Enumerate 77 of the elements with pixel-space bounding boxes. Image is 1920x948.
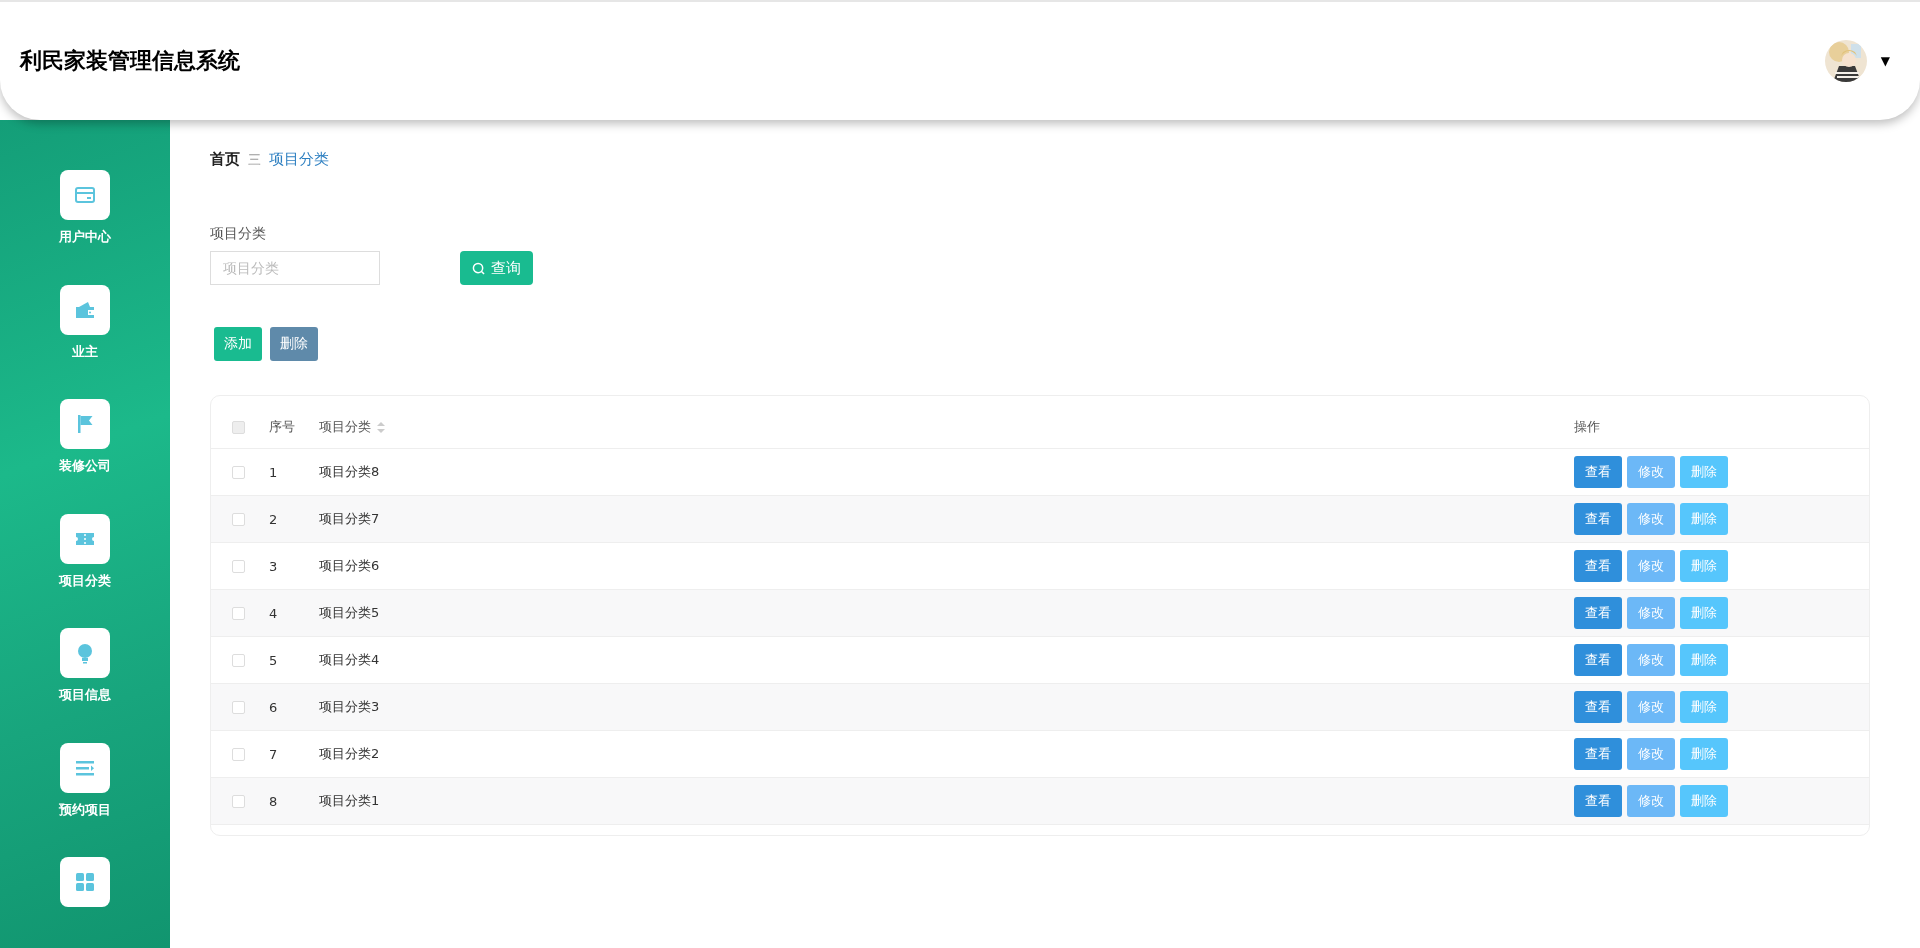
view-button[interactable]: 查看 (1574, 550, 1622, 582)
delete-button[interactable]: 删除 (1680, 503, 1728, 535)
edit-button[interactable]: 修改 (1627, 691, 1675, 723)
menu-item-label[interactable]: 预约项目 (59, 800, 111, 819)
table-cell: 项目分类7 (319, 510, 380, 528)
delete-button[interactable]: 删除 (1680, 456, 1728, 488)
table-cell: 项目分类1 (319, 792, 380, 810)
sort-icon[interactable] (377, 421, 385, 433)
table-cell: 项目分类5 (319, 604, 380, 622)
table-cell: 8 (269, 793, 278, 809)
view-button[interactable]: 查看 (1574, 691, 1622, 723)
view-button[interactable]: 查看 (1574, 597, 1622, 629)
app-title: 利民家装管理信息系统 (20, 47, 240, 75)
edit-button[interactable]: 修改 (1627, 644, 1675, 676)
table-cell: 项目分类6 (319, 557, 380, 575)
delete-button[interactable]: 删除 (1680, 644, 1728, 676)
menu-item-button[interactable] (60, 513, 110, 564)
breadcrumb-current: 项目分类 (269, 150, 329, 169)
table-cell: 7 (269, 746, 278, 762)
edit-button[interactable]: 修改 (1627, 597, 1675, 629)
column-header[interactable]: 项目分类 (319, 418, 371, 436)
view-button[interactable]: 查看 (1574, 644, 1622, 676)
table-cell: 1 (269, 464, 278, 480)
menu-item-button[interactable] (60, 857, 110, 908)
table-cell: 6 (269, 699, 278, 715)
edit-button[interactable]: 修改 (1627, 550, 1675, 582)
view-button[interactable]: 查看 (1574, 503, 1622, 535)
table-cell: 项目分类2 (319, 745, 380, 763)
search-icon (472, 261, 485, 275)
checkbox[interactable] (231, 747, 245, 761)
checkbox[interactable] (231, 794, 245, 808)
menu-item-button[interactable] (60, 170, 110, 220)
checkbox[interactable] (231, 653, 245, 667)
checkbox[interactable] (231, 606, 245, 620)
edit-button[interactable]: 修改 (1627, 785, 1675, 817)
menu-item-button[interactable] (60, 284, 110, 335)
delete-button[interactable]: 删除 (1680, 597, 1728, 629)
menu-item-label[interactable]: 装修公司 (59, 457, 111, 476)
delete-button[interactable]: 删除 (1680, 691, 1728, 723)
edit-button[interactable]: 修改 (1627, 503, 1675, 535)
view-button[interactable]: 查看 (1574, 785, 1622, 817)
breadcrumb-link[interactable]: 首页 (210, 150, 240, 169)
field-label: 项目分类 (210, 225, 267, 243)
menu-item-button[interactable] (60, 628, 110, 679)
menu-item-label[interactable]: 业主 (72, 342, 98, 361)
menu-item-label[interactable]: 用户中心 (59, 228, 111, 246)
view-button[interactable]: 查看 (1574, 738, 1622, 770)
menu-item-label[interactable]: 项目信息 (59, 686, 111, 705)
table-cell: 项目分类3 (319, 698, 380, 716)
search-field[interactable]: 项目分类 (210, 251, 380, 285)
add-button[interactable]: 添加 (214, 327, 262, 361)
checkbox[interactable] (231, 512, 245, 526)
delete-button[interactable]: 删除 (1680, 785, 1728, 817)
edit-button[interactable]: 修改 (1627, 738, 1675, 770)
delete-button[interactable]: 删除 (270, 327, 318, 361)
menu-item-button[interactable] (60, 742, 110, 793)
table-cell: 3 (269, 558, 278, 574)
table-cell: 2 (269, 511, 278, 527)
breadcrumb-separator: 三 (248, 150, 261, 169)
checkbox[interactable] (231, 420, 245, 434)
view-button[interactable]: 查看 (1574, 456, 1622, 488)
edit-button[interactable]: 修改 (1627, 456, 1675, 488)
delete-button[interactable]: 删除 (1680, 738, 1728, 770)
delete-button[interactable]: 删除 (1680, 550, 1728, 582)
table-cell: 4 (269, 605, 278, 621)
menu-item-label[interactable]: 项目分类 (59, 571, 111, 590)
checkbox[interactable] (231, 559, 245, 573)
table-cell: 项目分类8 (319, 463, 380, 481)
caret-icon[interactable]: ▼ (1880, 54, 1890, 68)
table-cell: 项目分类4 (319, 651, 380, 669)
column-header: 序号 (269, 419, 295, 434)
search-button[interactable]: 查询 (460, 251, 533, 285)
checkbox[interactable] (231, 465, 245, 479)
menu-item-button[interactable] (60, 399, 110, 450)
column-header: 操作 (1574, 418, 1600, 436)
table-cell: 5 (269, 652, 278, 668)
checkbox[interactable] (231, 700, 245, 714)
